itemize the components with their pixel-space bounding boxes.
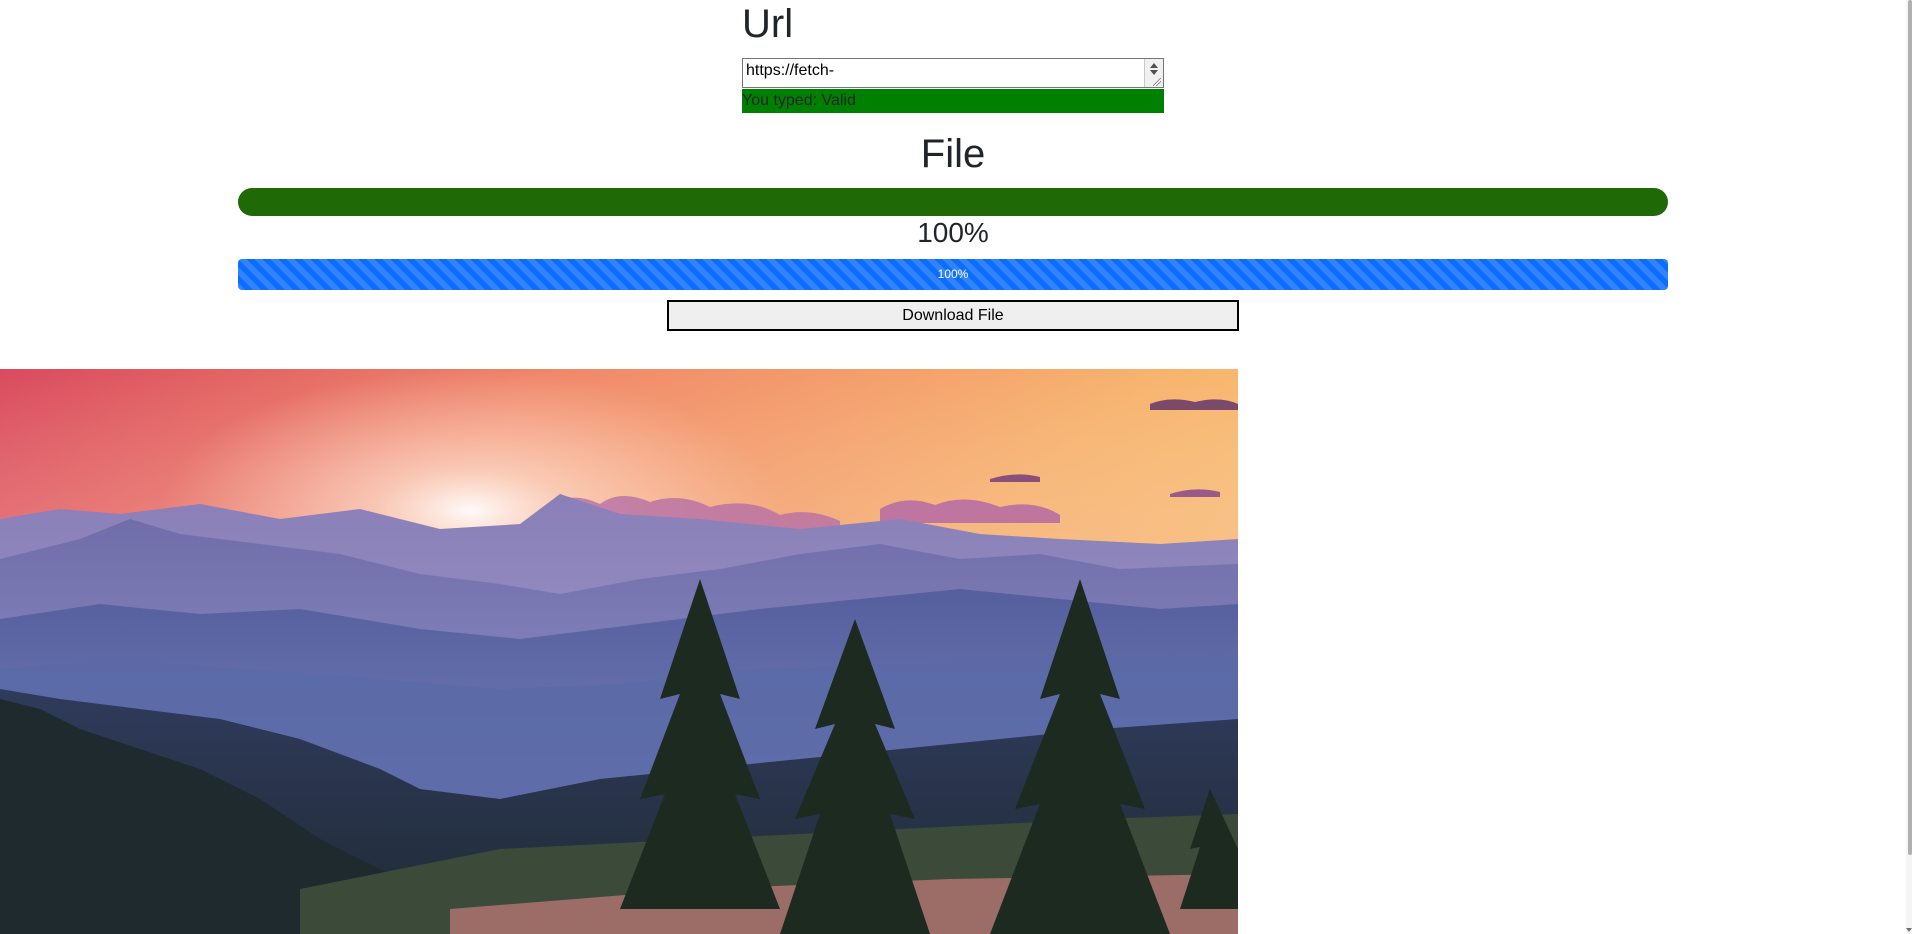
resize-grip-icon[interactable] bbox=[1153, 78, 1161, 86]
scroll-up-icon[interactable] bbox=[1150, 63, 1158, 68]
landscape-image bbox=[0, 369, 1238, 934]
url-heading: Url bbox=[742, 2, 794, 46]
file-status-bar bbox=[238, 188, 1668, 216]
page-scroll-thumb[interactable] bbox=[1908, 0, 1912, 855]
textarea-scrollbar[interactable] bbox=[1144, 59, 1163, 87]
download-progress-bar: 100% bbox=[238, 259, 1668, 290]
url-textarea-container[interactable]: https://fetch- bbox=[742, 58, 1164, 88]
url-input[interactable]: https://fetch- bbox=[743, 59, 1145, 87]
page-scrollbar[interactable] bbox=[1906, 0, 1912, 934]
download-progress-fill: 100% bbox=[238, 259, 1668, 290]
scroll-down-icon[interactable] bbox=[1906, 928, 1912, 932]
scroll-down-icon[interactable] bbox=[1150, 70, 1158, 75]
download-percent-text: 100% bbox=[917, 217, 989, 248]
url-validation-message: You typed: Valid bbox=[742, 89, 1164, 113]
download-file-button[interactable]: Download File bbox=[667, 300, 1239, 331]
file-heading: File bbox=[920, 132, 986, 176]
